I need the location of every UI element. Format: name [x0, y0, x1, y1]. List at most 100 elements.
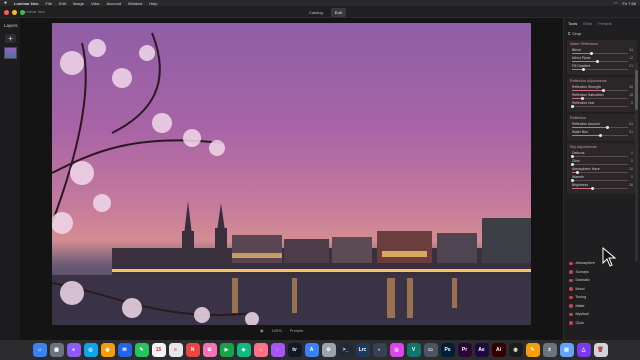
close-window-button[interactable]	[4, 10, 9, 15]
ps-icon[interactable]: Ps	[440, 343, 455, 357]
tool-card-title[interactable]: Reflection Adjustments	[570, 79, 634, 83]
slider-knob[interactable]	[570, 162, 574, 166]
slider-track[interactable]	[572, 186, 628, 190]
wifi-icon[interactable]: ◠	[614, 1, 618, 6]
slider[interactable]: Blend 34	[570, 48, 634, 56]
music-icon[interactable]: ♪	[253, 343, 268, 357]
tab-catalog[interactable]: Catalog	[305, 8, 327, 17]
slider[interactable]: Atmospheric Haze 10	[570, 167, 634, 175]
slider[interactable]: Glow 0	[570, 159, 634, 167]
menu-item-app[interactable]: Luminar Neo	[14, 1, 38, 6]
tool-item[interactable]: Mood	[567, 285, 639, 294]
capture-icon[interactable]: ◎	[389, 343, 404, 357]
mail-icon[interactable]: ✉	[117, 343, 132, 357]
slider-track[interactable]	[572, 133, 628, 137]
slider[interactable]: Reflection Amount 64	[570, 122, 634, 130]
menu-item-window[interactable]: Window	[128, 1, 142, 6]
slider-knob[interactable]	[589, 51, 593, 55]
terminal-icon[interactable]: >_	[338, 343, 353, 357]
launchpad-icon[interactable]: ▦	[49, 343, 64, 357]
slider-knob[interactable]	[570, 104, 574, 108]
add-layer-button[interactable]: +	[5, 34, 16, 43]
menu-item-help[interactable]: Help	[149, 1, 157, 6]
slider[interactable]: Water Blur 51	[570, 130, 634, 138]
lightroom-icon[interactable]: Lrc	[355, 343, 370, 357]
chrome-icon[interactable]: ◉	[100, 343, 115, 357]
clock[interactable]: Fri 7:56	[622, 1, 636, 6]
slider-knob[interactable]	[606, 125, 610, 129]
preview-icon[interactable]: ▤	[559, 343, 574, 357]
siri-icon[interactable]: ●	[66, 343, 81, 357]
slider-track[interactable]	[570, 154, 628, 158]
slider-knob[interactable]	[570, 154, 574, 158]
screen-icon[interactable]: ▭	[423, 343, 438, 357]
slider-track[interactable]	[572, 59, 628, 63]
tab-tools[interactable]: Tools	[568, 21, 577, 26]
reminders-icon[interactable]: ≡	[168, 343, 183, 357]
tool-card-title[interactable]: Water Reflections	[570, 42, 634, 46]
trash-icon[interactable]: 🗑	[593, 343, 608, 357]
ae-icon[interactable]: Ae	[474, 343, 489, 357]
panel-scrollbar[interactable]	[635, 62, 638, 262]
tv-icon[interactable]: tv	[287, 343, 302, 357]
slider-knob[interactable]	[582, 67, 586, 71]
menu-item-file[interactable]: File	[45, 1, 51, 6]
maps-icon[interactable]: ◆	[236, 343, 251, 357]
safari-icon[interactable]: ◎	[83, 343, 98, 357]
slider-track[interactable]	[572, 170, 628, 174]
menu-item-image[interactable]: Image	[73, 1, 84, 6]
finder-icon[interactable]: ☺	[32, 343, 47, 357]
news-icon[interactable]: N	[185, 343, 200, 357]
photos-icon[interactable]: ✿	[202, 343, 217, 357]
appstore-icon[interactable]: A	[304, 343, 319, 357]
layer-thumbnail[interactable]	[4, 47, 17, 59]
slider-knob[interactable]	[590, 186, 594, 190]
tool-item[interactable]: Sunrays	[567, 268, 639, 277]
slider[interactable]: Reflection Saturation 18	[570, 93, 634, 101]
slider-knob[interactable]	[595, 59, 599, 63]
presets-button[interactable]: Presets	[290, 328, 304, 333]
slider-track[interactable]	[572, 96, 628, 100]
edited-photo[interactable]	[52, 23, 531, 325]
slider[interactable]: Defocus 0	[570, 151, 634, 159]
slider[interactable]: Brightness 36	[570, 183, 634, 191]
slider-track[interactable]	[572, 67, 628, 71]
minimize-window-button[interactable]	[12, 10, 17, 15]
messages-icon[interactable]: ✎	[134, 343, 149, 357]
menu-item-edit[interactable]: Edit	[59, 1, 66, 6]
calendar-icon[interactable]: 15	[151, 343, 166, 357]
tab-edit[interactable]: Edit	[330, 8, 346, 17]
settings-icon[interactable]: ⚙	[321, 343, 336, 357]
slider-track[interactable]	[570, 162, 628, 166]
facetime-icon[interactable]: ▶	[219, 343, 234, 357]
slider[interactable]: Reflection Strength 56	[570, 85, 634, 93]
slider-track[interactable]	[572, 88, 628, 92]
crop-tool[interactable]: ⌗ Crop	[564, 29, 640, 38]
tool-item[interactable]: Glow	[567, 319, 639, 328]
notes-icon[interactable]: ✎	[525, 343, 540, 357]
slider[interactable]: Fill Gradient 21	[570, 64, 634, 72]
tool-item[interactable]: Toning	[567, 293, 639, 302]
menu-item-account[interactable]: Account	[107, 1, 121, 6]
calculator-icon[interactable]: ±	[542, 343, 557, 357]
eye-icon[interactable]: ◉	[260, 328, 264, 333]
tool-card-title[interactable]: Reflection	[570, 116, 634, 120]
tool-card-title[interactable]: Sky Adjustments	[570, 145, 634, 149]
slider-track[interactable]	[572, 51, 628, 55]
slider-knob[interactable]	[570, 178, 574, 182]
pr-icon[interactable]: Pr	[457, 343, 472, 357]
tool-item[interactable]: Mystical	[567, 310, 639, 319]
podcasts-icon[interactable]: ◌	[270, 343, 285, 357]
luminar-icon[interactable]: ◐	[372, 343, 387, 357]
slider-knob[interactable]	[599, 133, 603, 137]
ai-icon[interactable]: Ai	[491, 343, 506, 357]
slider[interactable]: Mirror Plane 12	[570, 56, 634, 64]
slider-track[interactable]	[572, 125, 628, 129]
slider[interactable]: Warmth 0	[570, 175, 634, 183]
affinity-icon[interactable]: △	[576, 343, 591, 357]
tab-edits[interactable]: Edits	[583, 21, 592, 26]
slider[interactable]: Reflection Hue 0	[570, 101, 634, 109]
slider-knob[interactable]	[601, 88, 605, 92]
tab-presets[interactable]: Presets	[598, 21, 612, 26]
slider-track[interactable]	[570, 178, 628, 182]
